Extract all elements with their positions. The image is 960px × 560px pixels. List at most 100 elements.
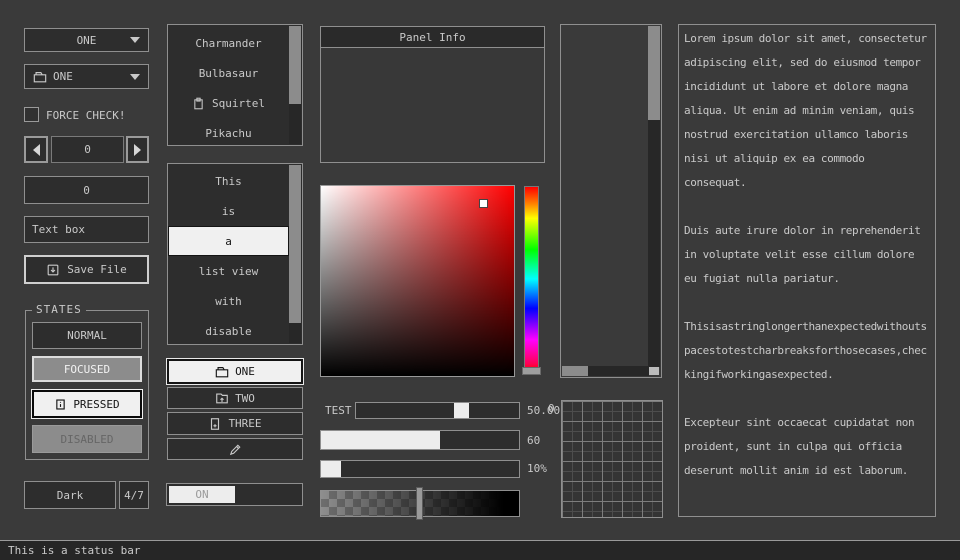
- list-item-label: list view: [199, 265, 259, 278]
- scrollbar-thumb[interactable]: [289, 165, 301, 323]
- save-file-label: Save File: [67, 263, 127, 276]
- pressed-state-label: PRESSED: [73, 398, 119, 411]
- counter-button[interactable]: 4/7: [119, 481, 149, 509]
- filled-slider[interactable]: [320, 430, 520, 450]
- demo-list-scrollbar[interactable]: [289, 165, 301, 343]
- spinner-decrement-button[interactable]: [24, 136, 48, 163]
- dropdown-icon-value: ONE: [53, 70, 73, 83]
- list-item[interactable]: This: [168, 166, 289, 196]
- pressed-state-button[interactable]: PRESSED: [32, 390, 142, 418]
- alpha-slider[interactable]: [320, 490, 520, 517]
- test-slider-label: TEST: [325, 404, 352, 417]
- number-field[interactable]: 0: [24, 176, 149, 204]
- counter-button-label: 4/7: [124, 489, 144, 502]
- list-item-label: This: [215, 175, 242, 188]
- info-icon: [54, 398, 67, 411]
- widget-demo-screen: ONE ONE FORCE CHECK! 0 0 Text box Save F…: [0, 0, 960, 560]
- spinner-increment-button[interactable]: [126, 136, 149, 163]
- text-box-input[interactable]: Text box: [24, 216, 149, 243]
- list-item[interactable]: Charmander: [168, 28, 289, 58]
- list-item-label: with: [215, 295, 242, 308]
- scroll-panel: [560, 24, 662, 378]
- disabled-state-button: DISABLED: [32, 425, 142, 453]
- file-button-label: ONE: [235, 365, 255, 378]
- list-item-label: disable: [205, 325, 251, 338]
- list-item-selected[interactable]: a: [168, 226, 289, 256]
- normal-state-label: NORMAL: [67, 329, 107, 342]
- pokemon-list-scrollbar[interactable]: [289, 26, 301, 144]
- saturation-value-picker[interactable]: [320, 185, 515, 377]
- normal-state-button[interactable]: NORMAL: [32, 322, 142, 349]
- arrow-left-icon: [33, 144, 40, 156]
- edit-button[interactable]: [167, 438, 303, 460]
- save-file-button[interactable]: Save File: [24, 255, 149, 284]
- list-item[interactable]: is: [168, 196, 289, 226]
- save-icon: [46, 263, 60, 277]
- theme-button[interactable]: Dark: [24, 481, 116, 509]
- dropdown-icon[interactable]: ONE: [24, 64, 149, 89]
- paragraph: Duis aute irure dolor in reprehenderit i…: [684, 219, 930, 291]
- scrollbar-thumb[interactable]: [289, 26, 301, 104]
- states-group-title: STATES: [32, 303, 86, 316]
- list-item-label: Bulbasaur: [199, 67, 259, 80]
- info-panel-title: Panel Info: [399, 31, 465, 44]
- grid-plot-panel: [561, 400, 663, 518]
- list-item-label: Charmander: [195, 37, 261, 50]
- list-item[interactable]: with: [168, 286, 289, 316]
- hue-slider-thumb[interactable]: [522, 367, 541, 375]
- scroll-panel-vscrollbar[interactable]: [648, 26, 660, 367]
- list-item[interactable]: list view: [168, 256, 289, 286]
- theme-button-label: Dark: [57, 489, 84, 502]
- text-box-value: Text box: [32, 223, 85, 236]
- list-item-label: Squirtel: [212, 97, 265, 110]
- filled-slider-value: 60: [527, 434, 540, 447]
- demo-list: This is a list view with disable: [167, 163, 303, 345]
- file-button-label: THREE: [228, 417, 261, 430]
- paragraph: Lorem ipsum dolor sit amet, consectetur …: [684, 27, 930, 195]
- disabled-state-label: DISABLED: [61, 433, 114, 446]
- file-button-two[interactable]: TWO: [167, 387, 303, 409]
- folder-icon: [215, 365, 229, 379]
- list-item-label: a: [225, 235, 232, 248]
- lorem-text-view: Lorem ipsum dolor sit amet, consectetur …: [678, 24, 936, 517]
- percent-slider[interactable]: [320, 460, 520, 478]
- on-off-toggle[interactable]: ON: [166, 483, 303, 506]
- scroll-panel-hscrollbar[interactable]: [562, 366, 649, 376]
- test-slider-thumb[interactable]: [454, 403, 469, 418]
- test-slider[interactable]: [355, 402, 520, 419]
- spinner-value-field[interactable]: 0: [51, 136, 124, 163]
- folder-icon: [33, 70, 47, 84]
- status-bar: This is a status bar: [0, 540, 960, 560]
- scrollbar-corner[interactable]: [649, 367, 659, 375]
- chevron-down-icon: [130, 74, 140, 80]
- status-bar-text: This is a status bar: [8, 544, 140, 557]
- list-item[interactable]: Squirtel: [168, 88, 289, 118]
- grid-axis-label: 0: [548, 402, 555, 415]
- dropdown-plain-value: ONE: [77, 34, 97, 47]
- force-checkbox[interactable]: [24, 107, 39, 122]
- scrollbar-thumb[interactable]: [562, 366, 588, 376]
- alpha-slider-thumb[interactable]: [416, 487, 423, 520]
- file-button-label: TWO: [235, 392, 255, 405]
- file-plus-icon: [208, 417, 222, 431]
- list-item[interactable]: Pikachu: [168, 118, 289, 148]
- pokemon-list: Charmander Bulbasaur Squirtel Pikachu: [167, 24, 303, 146]
- chevron-down-icon: [130, 37, 140, 43]
- paragraph: Excepteur sint occaecat cupidatat non pr…: [684, 411, 930, 483]
- percent-slider-value: 10%: [527, 462, 547, 475]
- scrollbar-thumb[interactable]: [648, 26, 660, 120]
- folder-up-icon: [215, 391, 229, 405]
- spinner-value: 0: [84, 143, 91, 156]
- hue-slider[interactable]: [524, 186, 539, 372]
- toggle-knob[interactable]: ON: [169, 486, 235, 503]
- focused-state-button[interactable]: FOCUSED: [32, 356, 142, 382]
- dropdown-plain[interactable]: ONE: [24, 28, 149, 52]
- file-button-three[interactable]: THREE: [167, 412, 303, 435]
- file-button-one[interactable]: ONE: [167, 359, 303, 384]
- list-item-label: is: [222, 205, 235, 218]
- pencil-icon: [228, 442, 243, 457]
- percent-slider-fill: [321, 461, 341, 477]
- color-marker[interactable]: [479, 199, 488, 208]
- list-item[interactable]: Bulbasaur: [168, 58, 289, 88]
- list-item[interactable]: disable: [168, 316, 289, 346]
